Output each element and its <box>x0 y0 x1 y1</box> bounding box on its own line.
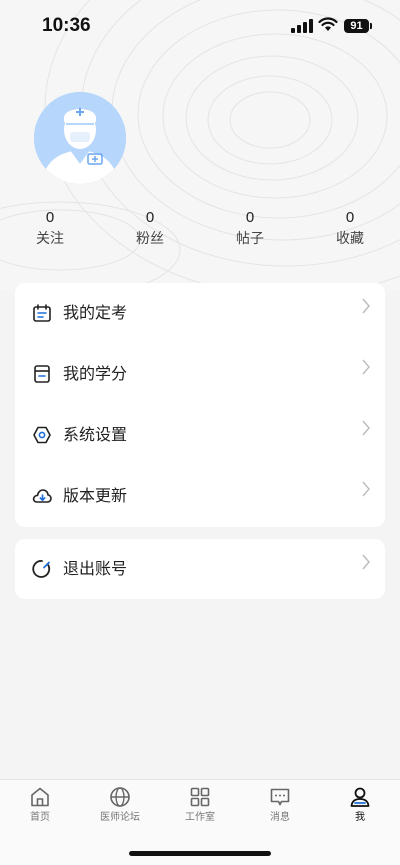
chevron-right-icon <box>362 359 370 375</box>
logout-icon <box>32 560 51 578</box>
wifi-icon <box>318 17 338 31</box>
tab-messages[interactable]: 消息 <box>240 786 320 836</box>
cloud-download-icon <box>32 489 52 503</box>
stat-label: 收藏 <box>336 231 364 247</box>
stat-posts[interactable]: 0 帖子 <box>215 208 285 250</box>
chevron-right-icon <box>362 554 370 570</box>
stat-value: 0 <box>345 209 355 226</box>
menu-item-label: 我的学分 <box>63 364 128 383</box>
calendar-icon <box>33 304 51 322</box>
menu-item-my-exam[interactable]: 我的定考 <box>15 283 385 344</box>
status-time: 10:36 <box>42 15 91 36</box>
stat-label: 帖子 <box>236 231 264 247</box>
stat-label: 粉丝 <box>136 231 164 247</box>
tab-label: 消息 <box>270 812 290 823</box>
tab-label: 工作室 <box>185 812 215 823</box>
tab-label: 医师论坛 <box>100 812 140 823</box>
credit-book-icon <box>34 365 50 383</box>
avatar[interactable] <box>34 92 126 184</box>
menu-card: 我的定考 我的学分 系统设置 版本更新 <box>15 283 385 527</box>
menu-item-label: 退出账号 <box>63 559 128 578</box>
message-icon <box>270 788 290 806</box>
stat-value: 0 <box>245 209 255 226</box>
stat-label: 关注 <box>36 231 64 247</box>
home-indicator <box>129 851 271 856</box>
chevron-right-icon <box>362 298 370 314</box>
doctor-avatar-icon <box>34 92 126 184</box>
stat-value: 0 <box>145 209 155 226</box>
tab-label: 首页 <box>30 812 50 823</box>
settings-icon <box>33 426 51 444</box>
person-icon <box>350 787 370 807</box>
grid-icon <box>190 787 210 807</box>
stat-followers[interactable]: 0 粉丝 <box>115 208 185 250</box>
menu-item-my-credits[interactable]: 我的学分 <box>15 344 385 405</box>
menu-item-label: 我的定考 <box>63 303 128 322</box>
menu-item-label: 系统设置 <box>63 425 128 444</box>
stat-favorites[interactable]: 0 收藏 <box>315 208 385 250</box>
chevron-right-icon <box>362 481 370 497</box>
tab-label: 我 <box>355 812 365 823</box>
stat-following[interactable]: 0 关注 <box>15 208 85 250</box>
stat-value: 0 <box>45 209 55 226</box>
signal-icon <box>291 19 313 33</box>
status-bar: 10:36 91 <box>0 0 400 54</box>
tab-forum[interactable]: 医师论坛 <box>80 786 160 836</box>
menu-item-label: 版本更新 <box>63 486 128 505</box>
home-icon <box>31 787 49 807</box>
chevron-right-icon <box>362 420 370 436</box>
battery-indicator: 91 <box>344 19 372 33</box>
menu-item-settings[interactable]: 系统设置 <box>15 405 385 466</box>
tab-me[interactable]: 我 <box>320 786 400 836</box>
profile-stats: 0 关注 0 粉丝 0 帖子 0 收藏 <box>0 208 400 252</box>
menu-item-version-update[interactable]: 版本更新 <box>15 466 385 527</box>
logout-button[interactable]: 退出账号 <box>15 539 385 599</box>
globe-icon <box>110 787 130 807</box>
tab-studio[interactable]: 工作室 <box>160 786 240 836</box>
tab-home[interactable]: 首页 <box>0 786 80 836</box>
logout-card: 退出账号 <box>15 539 385 599</box>
